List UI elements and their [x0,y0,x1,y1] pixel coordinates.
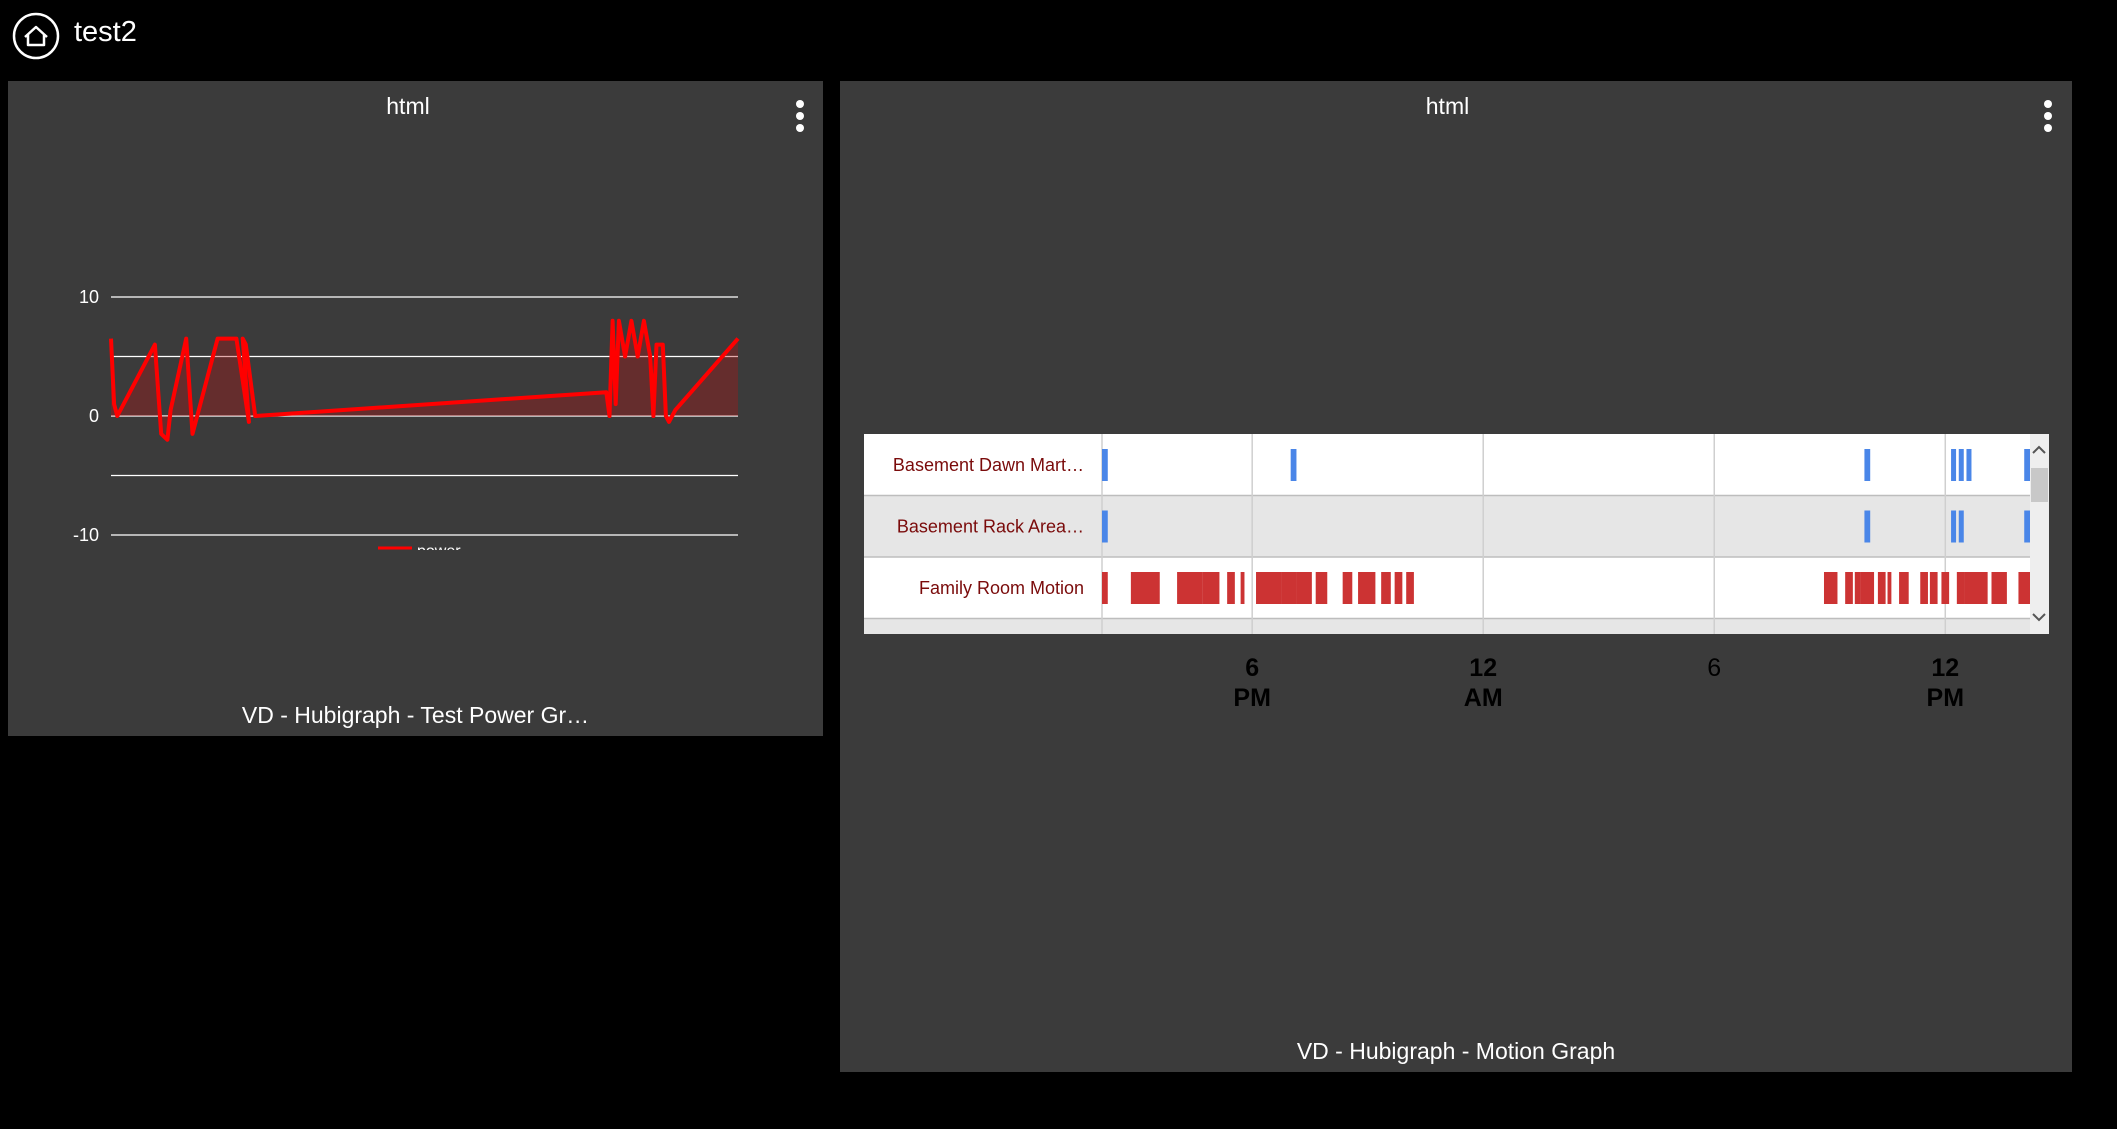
y-tick-label: 10 [79,287,99,307]
timeline-event-bar[interactable] [1845,572,1853,604]
top-bar: test2 [0,0,2117,70]
chart-legend: power [378,543,461,560]
timeline-event-bar[interactable] [2024,510,2030,543]
timeline-event-bar[interactable] [1358,572,1376,604]
more-vertical-icon[interactable] [2041,100,2055,136]
timeline-event-bar[interactable] [1864,449,1871,481]
timeline-event-bar[interactable] [1958,449,1964,481]
scrollbar-thumb[interactable] [2031,468,2048,502]
timeline-event-bar[interactable] [1394,572,1403,604]
tile-title: html [1425,93,1470,119]
tile-footer: VD - Hubigraph - Motion Graph [1296,1038,1616,1064]
x-tick-label: AM [1464,684,1503,712]
y-tick-label: 0 [89,406,99,426]
x-tick-label: PM [1927,684,1965,712]
timeline-event-bar[interactable] [1966,449,1972,481]
timeline-event-bar[interactable] [2024,449,2030,481]
timeline-event-bar[interactable] [1920,572,1928,604]
timeline-event-bar[interactable] [1290,449,1297,481]
timeline-event-bar[interactable] [1202,572,1220,604]
timeline-event-bar[interactable] [1227,572,1235,604]
timeline-event-bar[interactable] [1823,572,1838,604]
x-tick-label: 6 [1707,654,1721,682]
timeline-event-bar[interactable] [1256,572,1282,604]
y-tick-label: -10 [73,525,99,545]
x-tick-label: 12 [1469,654,1497,682]
timeline-event-bar[interactable] [1864,510,1871,543]
timeline-event-bar[interactable] [1956,572,1965,604]
timeline-event-bar[interactable] [1102,449,1108,481]
timeline-event-bar[interactable] [1281,572,1297,604]
timeline-event-bar[interactable] [1177,572,1203,604]
tile-footer: VD - Hubigraph - Test Power Gr… [241,702,590,728]
timeline-event-bar[interactable] [1877,572,1886,604]
timeline-event-bar[interactable] [1102,510,1108,543]
timeline-event-bar[interactable] [1887,572,1892,604]
x-tick-label: PM [1233,684,1271,712]
home-icon[interactable] [12,12,60,60]
timeline-event-bar[interactable] [1941,572,1950,604]
timeline-scrollbar[interactable] [2030,434,2049,634]
timeline-event-bar[interactable] [1951,510,1957,543]
timeline-row-label: Family Room Motion [919,578,1084,598]
timeline-event-bar[interactable] [1342,572,1353,604]
timeline-event-bar[interactable] [1240,572,1245,604]
dashboard-title: test2 [74,16,137,48]
timeline-event-bar[interactable] [1406,572,1414,604]
motion-timeline-chart: Basement Dawn Mart… Basement Rack Area… Fa… [864,434,2049,712]
timeline-event-bar[interactable] [1854,572,1861,604]
timeline-event-bar[interactable] [1860,572,1875,604]
timeline-event-bar[interactable] [1958,510,1964,543]
timeline-event-bar[interactable] [1130,572,1160,604]
power-chart: 10 0 -10 power [73,287,740,560]
timeline-event-bar[interactable] [1899,572,1909,604]
legend-label-power: power [417,543,461,560]
timeline-event-bar[interactable] [1315,572,1328,604]
timeline-event-bar[interactable] [1102,572,1108,604]
timeline-event-bar[interactable] [2018,572,2030,604]
x-tick-label: 6 [1245,654,1259,682]
timeline-row-label: Basement Rack Area… [897,517,1084,537]
timeline-event-bar[interactable] [1929,572,1938,604]
timeline-row-bg [864,618,2030,634]
timeline-event-bar[interactable] [1964,572,1988,604]
timeline-event-bar[interactable] [1296,572,1312,604]
timeline-event-bar[interactable] [1991,572,2007,604]
timeline-row-label: Basement Dawn Mart… [893,455,1084,475]
timeline-event-bar[interactable] [1951,449,1957,481]
x-tick-label: 12 [1931,654,1959,682]
timeline-event-bar[interactable] [1381,572,1391,604]
